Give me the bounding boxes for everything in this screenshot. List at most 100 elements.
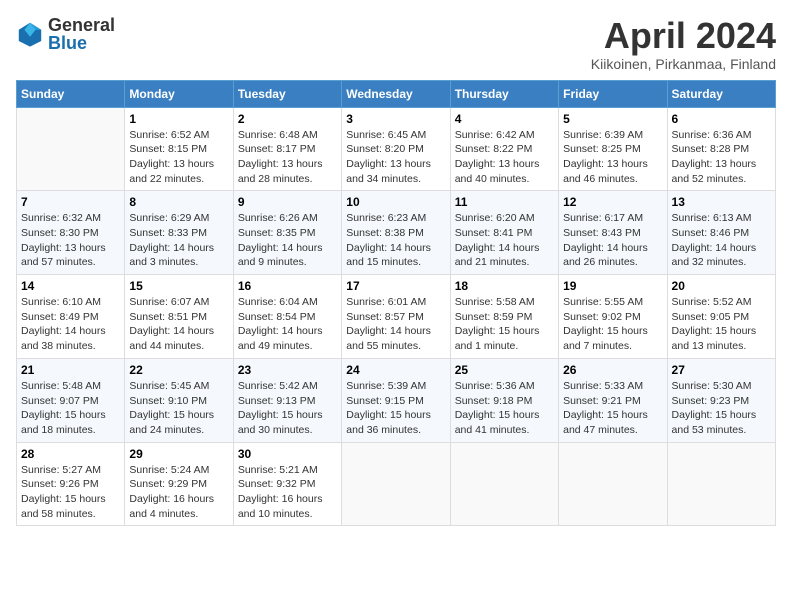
- day-number: 20: [672, 279, 771, 293]
- day-number: 6: [672, 112, 771, 126]
- table-row: 1 Sunrise: 6:52 AM Sunset: 8:15 PM Daylig…: [125, 107, 233, 191]
- day-number: 18: [455, 279, 554, 293]
- month-title: April 2024: [591, 16, 776, 56]
- header-sunday: Sunday: [17, 80, 125, 107]
- day-number: 8: [129, 195, 228, 209]
- day-number: 26: [563, 363, 662, 377]
- day-info: Sunrise: 6:32 AM Sunset: 8:30 PM Dayligh…: [21, 211, 120, 270]
- day-number: 28: [21, 447, 120, 461]
- day-info: Sunrise: 6:48 AM Sunset: 8:17 PM Dayligh…: [238, 128, 337, 187]
- day-number: 2: [238, 112, 337, 126]
- day-info: Sunrise: 6:10 AM Sunset: 8:49 PM Dayligh…: [21, 295, 120, 354]
- logo-text: General Blue: [48, 16, 115, 52]
- table-row: 4Sunrise: 6:42 AM Sunset: 8:22 PM Daylig…: [450, 107, 558, 191]
- table-row: 23 Sunrise: 5:42 AM Sunset: 9:13 PM Dayli…: [233, 358, 341, 442]
- table-row: 27 Sunrise: 5:30 AM Sunset: 9:23 PM Dayli…: [667, 358, 775, 442]
- day-number: 30: [238, 447, 337, 461]
- day-info: Sunrise: 5:58 AM Sunset: 8:59 PM Dayligh…: [455, 295, 554, 354]
- calendar-week-row: 21 Sunrise: 5:48 AM Sunset: 9:07 PM Dayli…: [17, 358, 776, 442]
- day-info: Sunrise: 5:30 AM Sunset: 9:23 PM Dayligh…: [672, 379, 771, 438]
- day-info: Sunrise: 6:29 AM Sunset: 8:33 PM Dayligh…: [129, 211, 228, 270]
- day-info: Sunrise: 6:04 AM Sunset: 8:54 PM Dayligh…: [238, 295, 337, 354]
- day-info: Sunrise: 6:17 AM Sunset: 8:43 PM Dayligh…: [563, 211, 662, 270]
- day-number: 29: [129, 447, 228, 461]
- day-number: 12: [563, 195, 662, 209]
- table-row: 29 Sunrise: 5:24 AM Sunset: 9:29 PM Dayli…: [125, 442, 233, 526]
- location-title: Kiikoinen, Pirkanmaa, Finland: [591, 56, 776, 72]
- day-info: Sunrise: 6:39 AM Sunset: 8:25 PM Dayligh…: [563, 128, 662, 187]
- day-info: Sunrise: 6:45 AM Sunset: 8:20 PM Dayligh…: [346, 128, 445, 187]
- day-number: 14: [21, 279, 120, 293]
- logo: General Blue: [16, 16, 115, 52]
- day-info: Sunrise: 6:26 AM Sunset: 8:35 PM Dayligh…: [238, 211, 337, 270]
- day-number: 25: [455, 363, 554, 377]
- table-row: 3Sunrise: 6:45 AM Sunset: 8:20 PM Daylig…: [342, 107, 450, 191]
- table-row: 25Sunrise: 5:36 AM Sunset: 9:18 PM Dayli…: [450, 358, 558, 442]
- calendar-week-row: 28Sunrise: 5:27 AM Sunset: 9:26 PM Dayli…: [17, 442, 776, 526]
- table-row: 18 Sunrise: 5:58 AM Sunset: 8:59 PM Dayli…: [450, 275, 558, 359]
- table-row: 2 Sunrise: 6:48 AM Sunset: 8:17 PM Daylig…: [233, 107, 341, 191]
- day-number: 15: [129, 279, 228, 293]
- table-row: 13 Sunrise: 6:13 AM Sunset: 8:46 PM Dayli…: [667, 191, 775, 275]
- header-friday: Friday: [559, 80, 667, 107]
- table-row: 15 Sunrise: 6:07 AM Sunset: 8:51 PM Dayli…: [125, 275, 233, 359]
- day-info: Sunrise: 5:39 AM Sunset: 9:15 PM Dayligh…: [346, 379, 445, 438]
- header-monday: Monday: [125, 80, 233, 107]
- day-number: 19: [563, 279, 662, 293]
- table-row: 21 Sunrise: 5:48 AM Sunset: 9:07 PM Dayli…: [17, 358, 125, 442]
- table-row: 11 Sunrise: 6:20 AM Sunset: 8:41 PM Dayli…: [450, 191, 558, 275]
- day-info: Sunrise: 5:24 AM Sunset: 9:29 PM Dayligh…: [129, 463, 228, 522]
- table-row: 14 Sunrise: 6:10 AM Sunset: 8:49 PM Dayli…: [17, 275, 125, 359]
- table-row: 5 Sunrise: 6:39 AM Sunset: 8:25 PM Daylig…: [559, 107, 667, 191]
- calendar-header-row: Sunday Monday Tuesday Wednesday Thursday…: [17, 80, 776, 107]
- table-row: 7Sunrise: 6:32 AM Sunset: 8:30 PM Daylig…: [17, 191, 125, 275]
- table-row: 10Sunrise: 6:23 AM Sunset: 8:38 PM Dayli…: [342, 191, 450, 275]
- day-number: 21: [21, 363, 120, 377]
- table-row: 20 Sunrise: 5:52 AM Sunset: 9:05 PM Dayli…: [667, 275, 775, 359]
- table-row: [667, 442, 775, 526]
- table-row: 9 Sunrise: 6:26 AM Sunset: 8:35 PM Daylig…: [233, 191, 341, 275]
- table-row: [17, 107, 125, 191]
- day-number: 23: [238, 363, 337, 377]
- day-info: Sunrise: 5:21 AM Sunset: 9:32 PM Dayligh…: [238, 463, 337, 522]
- table-row: 24 Sunrise: 5:39 AM Sunset: 9:15 PM Dayli…: [342, 358, 450, 442]
- calendar-table: Sunday Monday Tuesday Wednesday Thursday…: [16, 80, 776, 527]
- day-info: Sunrise: 6:07 AM Sunset: 8:51 PM Dayligh…: [129, 295, 228, 354]
- header-wednesday: Wednesday: [342, 80, 450, 107]
- day-info: Sunrise: 5:48 AM Sunset: 9:07 PM Dayligh…: [21, 379, 120, 438]
- day-number: 22: [129, 363, 228, 377]
- table-row: 16 Sunrise: 6:04 AM Sunset: 8:54 PM Dayli…: [233, 275, 341, 359]
- day-info: Sunrise: 6:13 AM Sunset: 8:46 PM Dayligh…: [672, 211, 771, 270]
- table-row: [342, 442, 450, 526]
- header-saturday: Saturday: [667, 80, 775, 107]
- calendar-week-row: 14 Sunrise: 6:10 AM Sunset: 8:49 PM Dayli…: [17, 275, 776, 359]
- calendar-week-row: 7Sunrise: 6:32 AM Sunset: 8:30 PM Daylig…: [17, 191, 776, 275]
- day-info: Sunrise: 6:42 AM Sunset: 8:22 PM Dayligh…: [455, 128, 554, 187]
- day-number: 13: [672, 195, 771, 209]
- day-number: 9: [238, 195, 337, 209]
- table-row: [559, 442, 667, 526]
- table-row: 8 Sunrise: 6:29 AM Sunset: 8:33 PM Daylig…: [125, 191, 233, 275]
- day-info: Sunrise: 5:42 AM Sunset: 9:13 PM Dayligh…: [238, 379, 337, 438]
- day-info: Sunrise: 5:52 AM Sunset: 9:05 PM Dayligh…: [672, 295, 771, 354]
- day-info: Sunrise: 6:20 AM Sunset: 8:41 PM Dayligh…: [455, 211, 554, 270]
- header-thursday: Thursday: [450, 80, 558, 107]
- day-number: 11: [455, 195, 554, 209]
- day-number: 24: [346, 363, 445, 377]
- table-row: [450, 442, 558, 526]
- day-number: 1: [129, 112, 228, 126]
- day-number: 5: [563, 112, 662, 126]
- calendar-week-row: 1 Sunrise: 6:52 AM Sunset: 8:15 PM Daylig…: [17, 107, 776, 191]
- day-number: 16: [238, 279, 337, 293]
- day-number: 27: [672, 363, 771, 377]
- table-row: 19 Sunrise: 5:55 AM Sunset: 9:02 PM Dayli…: [559, 275, 667, 359]
- day-info: Sunrise: 5:55 AM Sunset: 9:02 PM Dayligh…: [563, 295, 662, 354]
- table-row: 28Sunrise: 5:27 AM Sunset: 9:26 PM Dayli…: [17, 442, 125, 526]
- table-row: 17Sunrise: 6:01 AM Sunset: 8:57 PM Dayli…: [342, 275, 450, 359]
- day-info: Sunrise: 6:52 AM Sunset: 8:15 PM Dayligh…: [129, 128, 228, 187]
- day-info: Sunrise: 6:23 AM Sunset: 8:38 PM Dayligh…: [346, 211, 445, 270]
- logo-icon: [16, 20, 44, 48]
- table-row: 30 Sunrise: 5:21 AM Sunset: 9:32 PM Dayli…: [233, 442, 341, 526]
- page-header: General Blue April 2024 Kiikoinen, Pirka…: [16, 16, 776, 72]
- day-info: Sunrise: 5:33 AM Sunset: 9:21 PM Dayligh…: [563, 379, 662, 438]
